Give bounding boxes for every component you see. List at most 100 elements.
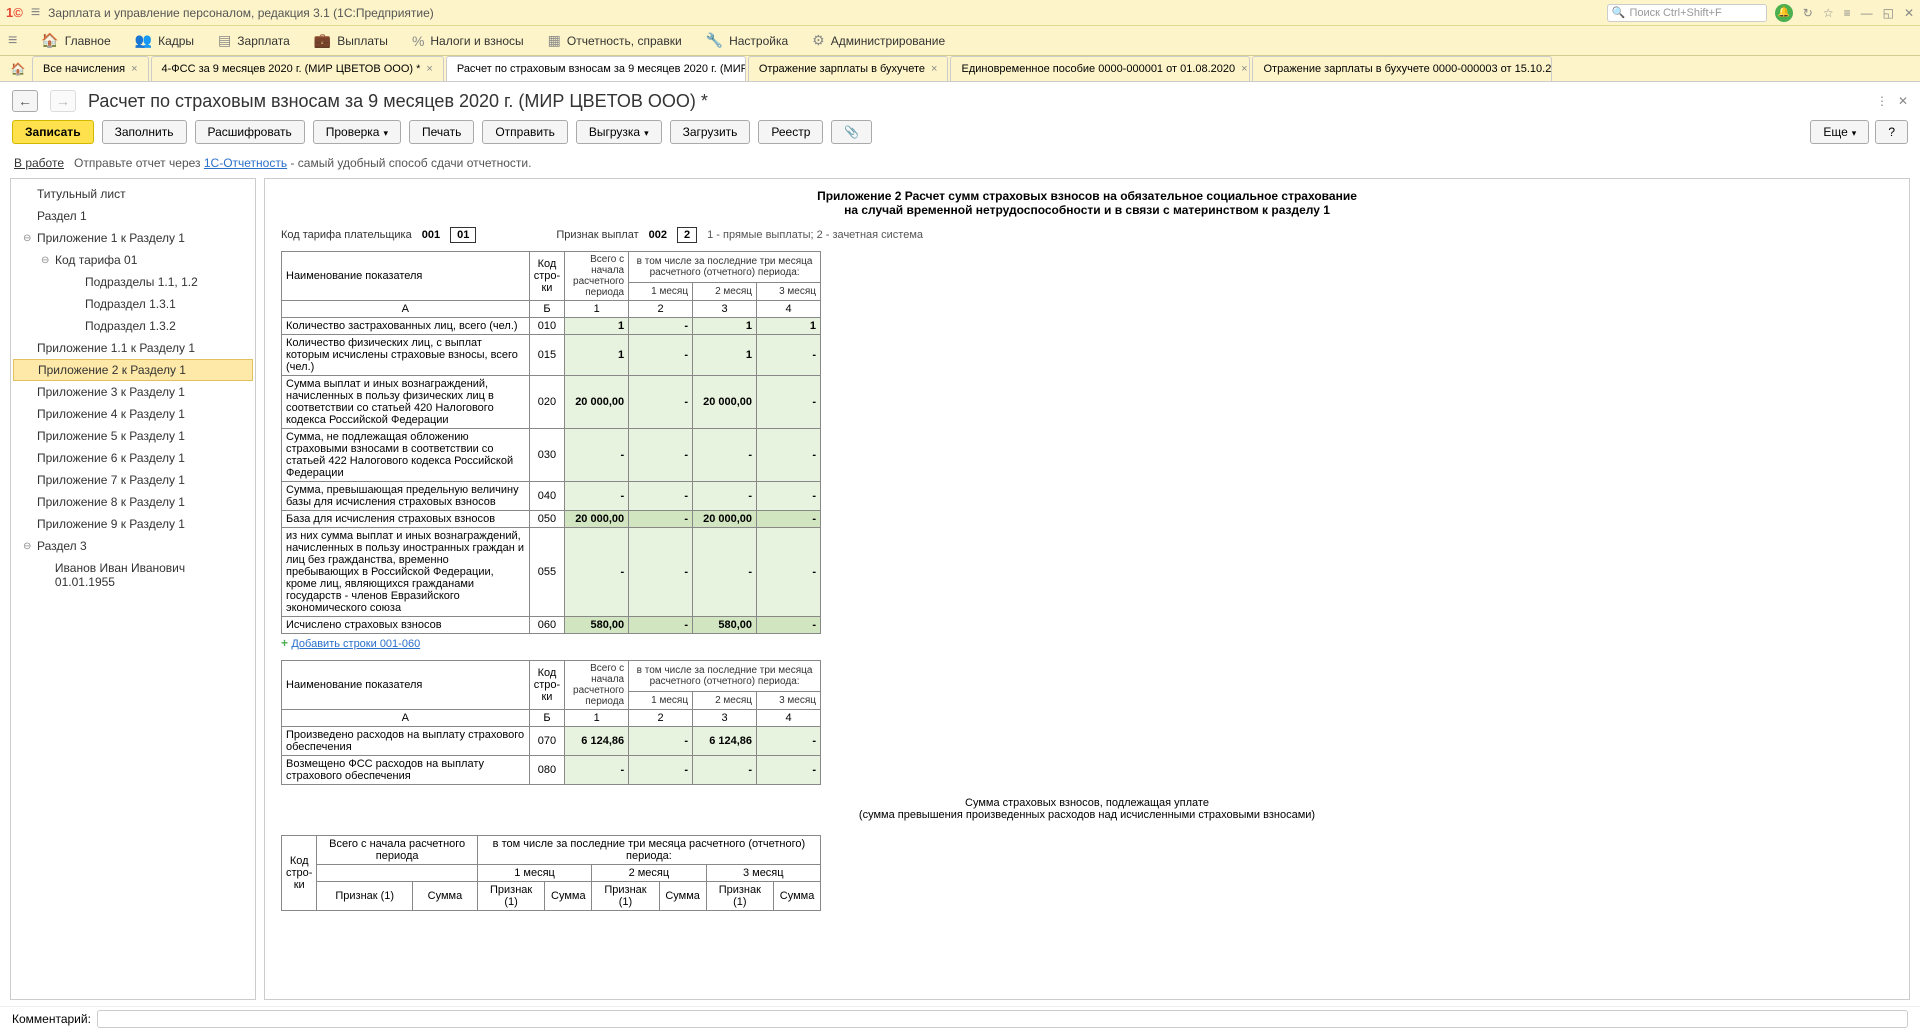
print-button[interactable]: Печать: [409, 120, 474, 144]
tab-2[interactable]: Расчет по страховым взносам за 9 месяцев…: [446, 56, 746, 81]
report-title: Приложение 2 Расчет сумм страховых взнос…: [281, 189, 1893, 217]
more-button[interactable]: Еще: [1810, 120, 1869, 144]
window-title: Зарплата и управление персоналом, редакц…: [48, 6, 1599, 20]
tree-item-6[interactable]: Подраздел 1.3.2: [13, 315, 253, 337]
search-input[interactable]: 🔍Поиск Ctrl+Shift+F: [1607, 4, 1767, 22]
title-bar: 1© ≡ Зарплата и управление персоналом, р…: [0, 0, 1920, 26]
tab-5[interactable]: Отражение зарплаты в бухучете 0000-00000…: [1252, 56, 1552, 81]
tab-close-icon[interactable]: ×: [131, 63, 137, 75]
table-row: Сумма, не подлежащая обложению страховым…: [282, 429, 821, 482]
forward-button[interactable]: →: [50, 90, 76, 112]
sign-box[interactable]: 2: [677, 227, 697, 243]
tab-0[interactable]: Все начисления×: [32, 56, 149, 81]
tree-item-5[interactable]: Подраздел 1.3.1: [13, 293, 253, 315]
tree-item-14[interactable]: Приложение 8 к Разделу 1: [13, 491, 253, 513]
tree-item-17[interactable]: Иванов Иван Иванович 01.01.1955: [13, 557, 253, 593]
main-menu: ≡ 🏠Главное 👥Кадры ▤Зарплата 💼Выплаты %На…: [0, 26, 1920, 56]
home-tab[interactable]: 🏠: [6, 56, 30, 81]
table-row: Количество застрахованных лиц, всего (че…: [282, 318, 821, 335]
toolbar: Записать Заполнить Расшифровать Проверка…: [0, 120, 1920, 152]
link-1c-otchetnost[interactable]: 1С-Отчетность: [204, 156, 287, 170]
history-icon[interactable]: ↻: [1803, 6, 1813, 20]
star-icon[interactable]: ☆: [1823, 6, 1834, 20]
registry-button[interactable]: Реестр: [758, 120, 823, 144]
send-button[interactable]: Отправить: [482, 120, 568, 144]
tree-item-15[interactable]: Приложение 9 к Разделу 1: [13, 513, 253, 535]
report-table-3: Код стро- ки Всего с начала расчетного п…: [281, 835, 821, 911]
tree-toggle-icon[interactable]: ⊖: [41, 255, 51, 266]
tariff-code-box[interactable]: 01: [450, 227, 476, 243]
tab-4[interactable]: Единовременное пособие 0000-000001 от 01…: [950, 56, 1250, 81]
close-page-icon[interactable]: ✕: [1898, 94, 1908, 108]
tree-item-8[interactable]: Приложение 2 к Разделу 1: [13, 359, 253, 381]
status-label[interactable]: В работе: [14, 156, 64, 170]
help-button[interactable]: ?: [1875, 120, 1908, 144]
menu-admin[interactable]: ⚙Администрирование: [812, 32, 945, 49]
tree-toggle-icon[interactable]: ⊖: [23, 541, 33, 552]
menu-nalogi[interactable]: %Налоги и взносы: [412, 33, 524, 49]
home-icon: 🏠: [41, 32, 58, 49]
plus-icon: +: [281, 636, 288, 650]
menu-vyplaty[interactable]: 💼Выплаты: [314, 32, 388, 49]
fill-button[interactable]: Заполнить: [102, 120, 187, 144]
tab-bar: 🏠 Все начисления×4-ФСС за 9 месяцев 2020…: [0, 56, 1920, 82]
footer: Комментарий:: [0, 1006, 1920, 1030]
comment-input[interactable]: [97, 1010, 1908, 1028]
upload-button[interactable]: Выгрузка: [576, 120, 662, 144]
tree-item-16[interactable]: ⊖Раздел 3: [13, 535, 253, 557]
decode-button[interactable]: Расшифровать: [195, 120, 305, 144]
restore-icon[interactable]: ◱: [1883, 6, 1894, 20]
back-button[interactable]: ←: [12, 90, 38, 112]
table-row: из них сумма выплат и иных вознаграждени…: [282, 528, 821, 617]
report-table-2: Наименование показателя Код стро- ки Все…: [281, 660, 821, 785]
check-button[interactable]: Проверка: [313, 120, 401, 144]
more-menu-icon[interactable]: ⋮: [1876, 94, 1888, 108]
minimize-icon[interactable]: —: [1861, 6, 1873, 20]
menu-otchet[interactable]: ▦Отчетность, справки: [548, 32, 682, 49]
tree-toggle-icon[interactable]: ⊖: [23, 233, 33, 244]
tab-1[interactable]: 4-ФСС за 9 месяцев 2020 г. (МИР ЦВЕТОВ О…: [151, 56, 444, 81]
wrench-icon: 🔧: [706, 32, 723, 49]
tab-close-icon[interactable]: ×: [1241, 63, 1247, 75]
tree-item-9[interactable]: Приложение 3 к Разделу 1: [13, 381, 253, 403]
table-row: Сумма, превышающая предельную величину б…: [282, 482, 821, 511]
search-icon: 🔍: [1612, 6, 1626, 19]
close-icon[interactable]: ✕: [1904, 6, 1914, 20]
tree-item-10[interactable]: Приложение 4 к Разделу 1: [13, 403, 253, 425]
tree-item-13[interactable]: Приложение 7 к Разделу 1: [13, 469, 253, 491]
tab-close-icon[interactable]: ×: [931, 63, 937, 75]
table-row: Возмещено ФСС расходов на выплату страхо…: [282, 756, 821, 785]
download-button[interactable]: Загрузить: [670, 120, 751, 144]
tree-item-11[interactable]: Приложение 5 к Разделу 1: [13, 425, 253, 447]
gear-icon: ⚙: [812, 32, 825, 49]
menu-lines-icon[interactable]: ≡: [1844, 6, 1851, 20]
save-button[interactable]: Записать: [12, 120, 94, 144]
bell-icon[interactable]: 🔔: [1775, 4, 1793, 22]
menu-kadry[interactable]: 👥Кадры: [135, 32, 194, 49]
status-line: В работе Отправьте отчет через 1С-Отчетн…: [0, 152, 1920, 178]
tree-item-1[interactable]: Раздел 1: [13, 205, 253, 227]
tab-close-icon[interactable]: ×: [426, 63, 432, 75]
tree-item-12[interactable]: Приложение 6 к Разделу 1: [13, 447, 253, 469]
table-row: Количество физических лиц, с выплат кото…: [282, 335, 821, 376]
tab-3[interactable]: Отражение зарплаты в бухучете×: [748, 56, 949, 81]
table-row: Исчислено страховых взносов060580,00-580…: [282, 617, 821, 634]
menu-zarplata[interactable]: ▤Зарплата: [218, 32, 290, 49]
menu-main[interactable]: 🏠Главное: [41, 32, 110, 49]
menu-nastroika[interactable]: 🔧Настройка: [706, 32, 789, 49]
tree-item-0[interactable]: Титульный лист: [13, 183, 253, 205]
add-rows-link[interactable]: Добавить строки 001-060: [291, 638, 420, 650]
tree-item-2[interactable]: ⊖Приложение 1 к Разделу 1: [13, 227, 253, 249]
title-icons: 🔔 ↻ ☆ ≡ — ◱ ✕: [1775, 4, 1914, 22]
menu-icon[interactable]: ≡: [8, 32, 17, 50]
wallet-icon: 💼: [314, 32, 331, 49]
hamburger-icon[interactable]: ≡: [31, 4, 40, 22]
report-table-1: Наименование показателя Код стро- ки Все…: [281, 251, 821, 634]
table-row: База для исчисления страховых взносов050…: [282, 511, 821, 528]
tree-item-3[interactable]: ⊖Код тарифа 01: [13, 249, 253, 271]
attach-button[interactable]: 📎: [831, 120, 872, 144]
comment-label: Комментарий:: [12, 1012, 91, 1026]
tree-item-7[interactable]: Приложение 1.1 к Разделу 1: [13, 337, 253, 359]
tree-panel: Титульный листРаздел 1⊖Приложение 1 к Ра…: [10, 178, 256, 1000]
tree-item-4[interactable]: Подразделы 1.1, 1.2: [13, 271, 253, 293]
